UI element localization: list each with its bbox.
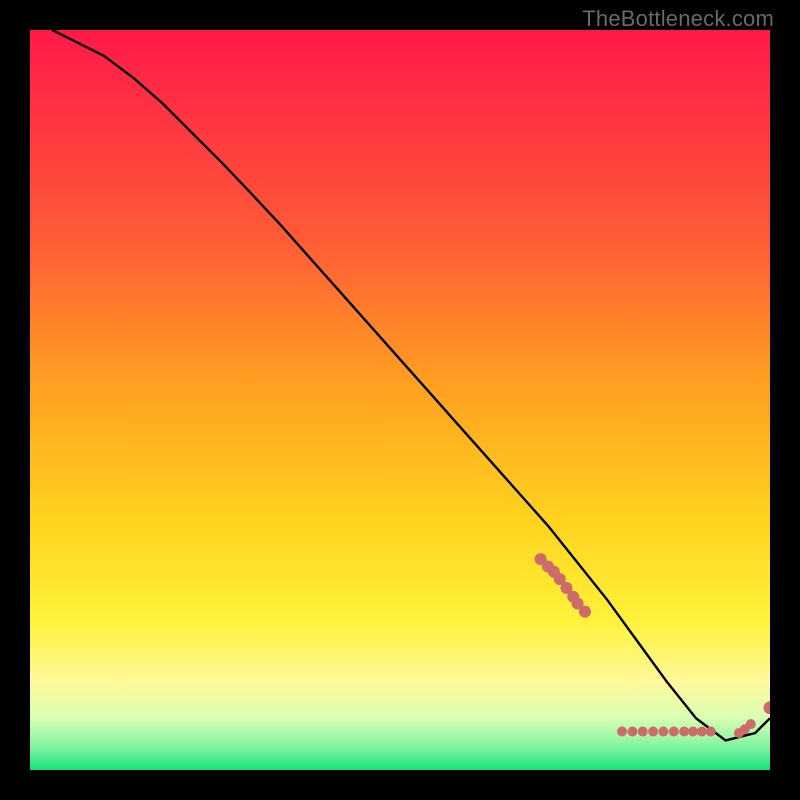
chart-frame: TheBottleneck.com	[0, 0, 800, 800]
watermark-text: TheBottleneck.com	[582, 6, 774, 32]
plot-area	[30, 30, 770, 770]
background-gradient	[30, 30, 770, 770]
